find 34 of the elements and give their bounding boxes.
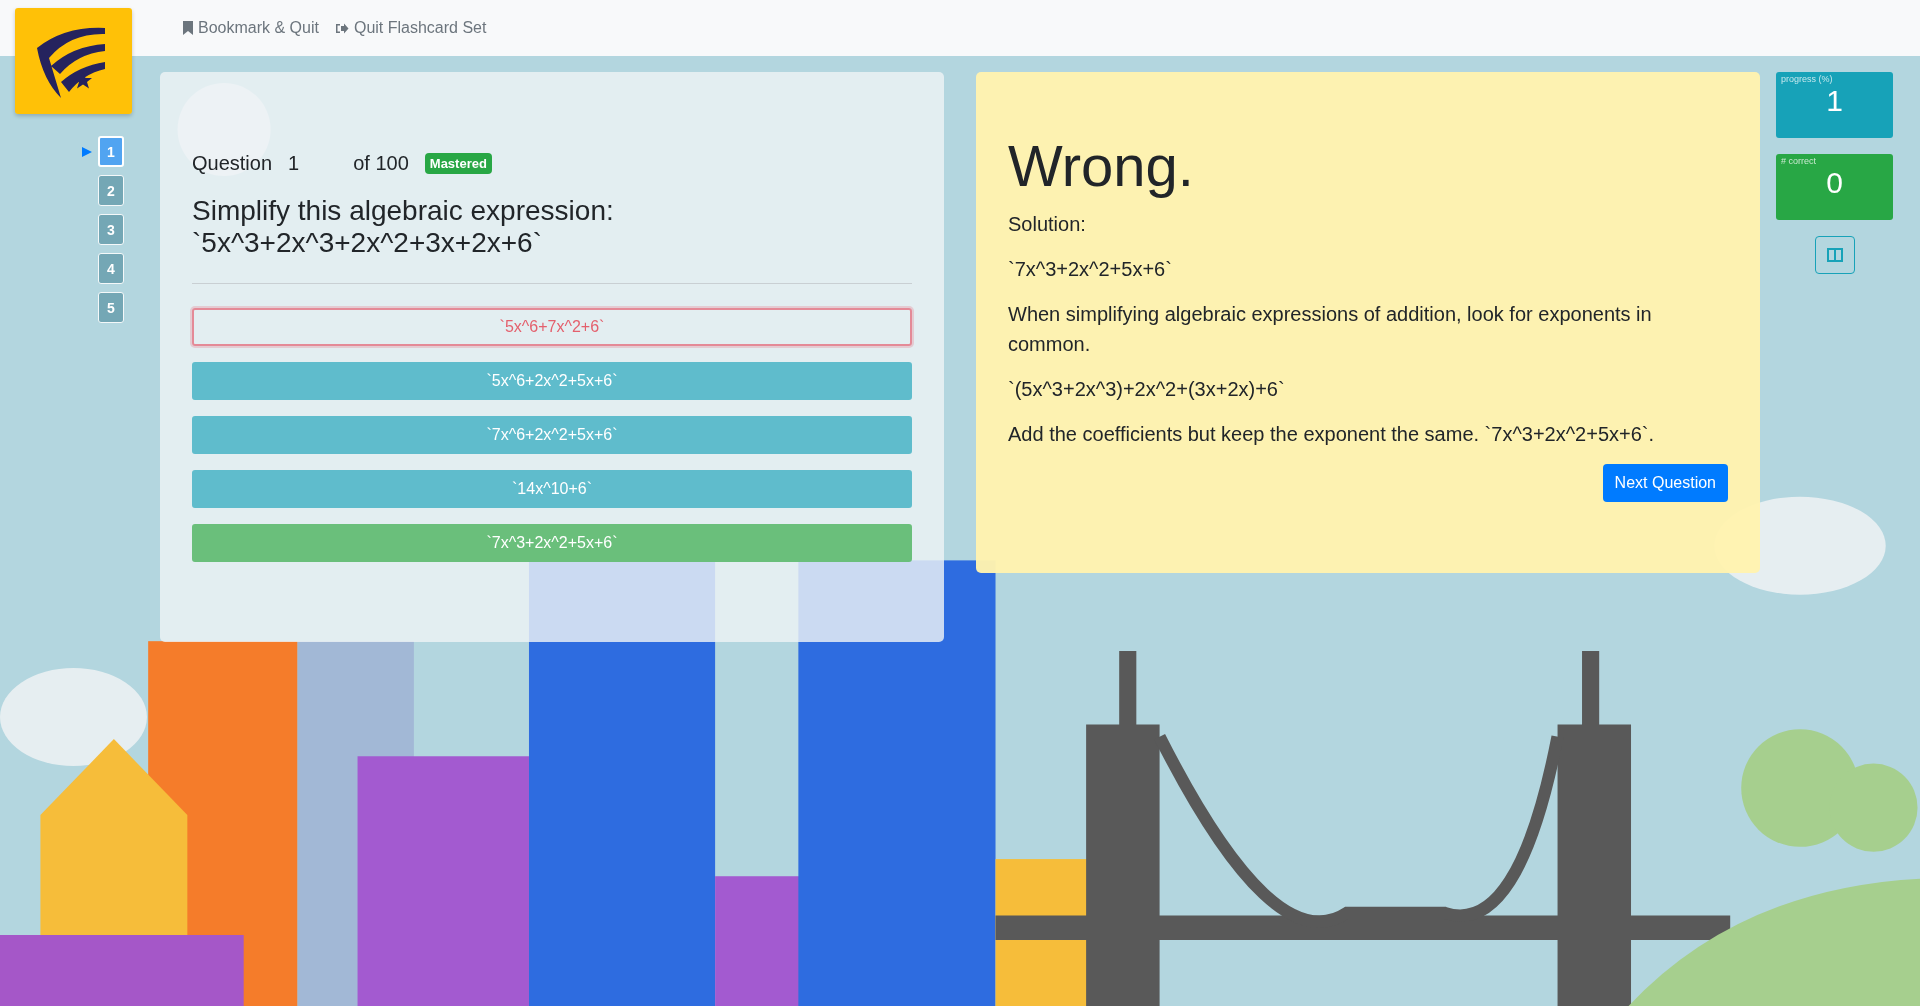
question-number-button[interactable]: 2 xyxy=(98,175,124,206)
layout-toggle-button[interactable] xyxy=(1814,236,1855,274)
answer-button[interactable]: `5x^6+7x^2+6` xyxy=(192,308,912,347)
question-number: 1 xyxy=(288,152,300,175)
verdict-heading: Wrong. xyxy=(1008,132,1195,199)
solution-text: `(5x^3+2x^3)+2x^2+(3x+2x)+6` xyxy=(1008,377,1286,402)
answer-button[interactable]: `5x^6+2x^2+5x+6` xyxy=(192,362,912,401)
question-number-button[interactable]: 5 xyxy=(98,292,124,323)
stat-value: 0 xyxy=(1826,166,1843,200)
status-badge: Mastered xyxy=(424,153,492,174)
logo-icon xyxy=(15,8,132,114)
stat-value: 1 xyxy=(1826,84,1843,118)
next-question-button[interactable]: Next Question xyxy=(1602,464,1728,502)
solution-text: Add the coefficients but keep the exponent the same. `7x^3+2x^2+5x+6`. xyxy=(1008,422,1656,447)
question-number-button[interactable]: 1 xyxy=(98,136,124,167)
quit-link[interactable]: Quit Flashcard Set xyxy=(334,19,487,37)
bookmark-link[interactable]: Bookmark & Quit xyxy=(183,19,319,37)
columns-icon xyxy=(1826,248,1843,262)
answer-button[interactable]: `7x^6+2x^2+5x+6` xyxy=(192,416,912,455)
stat-label: # correct xyxy=(1781,156,1816,166)
solution-text: When simplifying algebraic expressions of addition, look for exponents in common. xyxy=(1008,302,1653,357)
answer-button[interactable]: `7x^3+2x^2+5x+6` xyxy=(192,524,912,563)
stat-label: progress (%) xyxy=(1781,74,1833,84)
question-number-button[interactable]: 4 xyxy=(98,253,124,284)
question-number-button[interactable]: 3 xyxy=(98,214,124,245)
question-prompt: Simplify this algebraic expression: `5x^3+2x^3+2x^2+3x+2x+6` xyxy=(192,195,615,260)
current-marker-icon xyxy=(82,146,92,157)
bookmark-icon xyxy=(183,21,193,35)
question-label: Question xyxy=(192,152,273,175)
solution-text: `7x^3+2x^2+5x+6` xyxy=(1008,257,1173,282)
answer-button[interactable]: `14x^10+6` xyxy=(192,470,912,509)
sign-out-icon xyxy=(334,21,349,35)
solution-label: Solution: xyxy=(1008,212,1087,237)
question-total: of 100 xyxy=(353,152,409,175)
